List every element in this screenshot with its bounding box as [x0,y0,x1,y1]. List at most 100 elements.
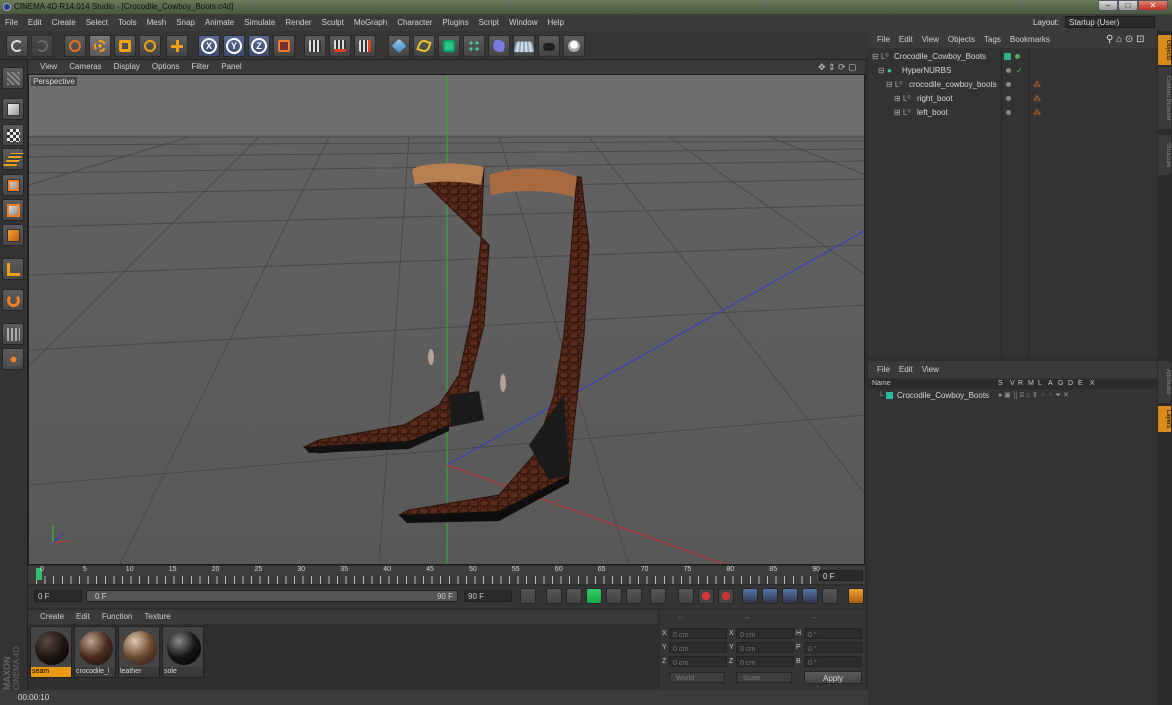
scale-x-field[interactable]: 0 cm [736,628,794,639]
coordinate-system-icon[interactable] [273,35,295,57]
mat-menu-texture[interactable]: Texture [145,612,171,621]
go-to-start-icon[interactable] [520,588,536,604]
keyframe-selection-icon[interactable] [718,588,734,604]
tab-content-browser[interactable]: Content Browser [1158,67,1171,129]
viewport-nav-icons[interactable]: ✥ ⇕ ⟳ ▢ [818,60,857,74]
obj-menu-bookmarks[interactable]: Bookmarks [1010,35,1050,44]
menu-tools[interactable]: Tools [116,18,139,27]
z-axis-icon[interactable]: Z [248,35,270,57]
menu-plugins[interactable]: Plugins [440,18,470,27]
minimize-button[interactable]: – [1098,0,1118,11]
scale-icon[interactable] [114,35,136,57]
current-frame-field[interactable]: 0 F [819,570,863,581]
light-icon[interactable] [563,35,585,57]
key-parameter-icon[interactable] [802,588,818,604]
timeline-ruler[interactable]: 0 5 10 15 20 25 30 35 40 45 50 55 60 65 70 75 80 85 90 0 F [28,566,865,584]
tab-objects[interactable]: Objects [1158,35,1171,65]
preview-range-slider[interactable]: 0 F 90 F [86,590,458,602]
autokeying-icon[interactable] [698,588,714,604]
end-frame-field[interactable]: 90 F [464,590,512,602]
layout-select[interactable]: Startup (User) [1065,16,1155,28]
layer-name[interactable]: Crocodile_Cowboy_Boots [897,389,989,403]
material-sole[interactable]: sole [162,626,204,678]
render-view-icon[interactable] [304,35,326,57]
menu-mesh[interactable]: Mesh [145,18,169,27]
object-row[interactable]: ⊟ ● HyperNURBS ✓ [868,64,1157,78]
tab-layers[interactable]: Layers [1158,406,1171,432]
menu-select[interactable]: Select [84,18,110,27]
add-object-icon[interactable] [166,35,188,57]
scale-y-field[interactable]: 0 cm [736,642,794,653]
timeline-icon[interactable] [848,588,864,604]
next-frame-icon[interactable] [606,588,622,604]
play-icon[interactable] [586,588,602,604]
menu-sculpt[interactable]: Sculpt [320,18,346,27]
y-axis-icon[interactable]: Y [223,35,245,57]
layer-flag-icons[interactable]: ● ▣ ⣿ ⌸ ⌂ ⇕ ⁘ ⁘ ⏷ ✕ [998,389,1069,403]
material-leather[interactable]: leather [118,626,160,678]
object-name[interactable]: right_boot [917,92,953,106]
record-keys-icon[interactable] [678,588,694,604]
nurbs-icon[interactable] [438,35,460,57]
key-rotation-icon[interactable] [782,588,798,604]
object-row[interactable]: ⊞ L⁰ right_boot ⁂ [868,92,1157,106]
layer-menu-view[interactable]: View [922,365,939,374]
menu-file[interactable]: File [3,18,20,27]
planar-workplane-icon[interactable] [2,348,24,370]
material-seam[interactable]: seam [30,626,72,678]
object-name[interactable]: Crocodile_Cowboy_Boots [894,50,986,64]
make-editable-icon[interactable] [2,67,24,89]
previous-key-icon[interactable] [546,588,562,604]
next-key-icon[interactable] [626,588,642,604]
rotation-b-field[interactable]: 0 ° [804,656,862,667]
key-pla-icon[interactable] [822,588,838,604]
texture-tag-icon[interactable]: ⁂ [1033,106,1041,120]
vp-menu-view[interactable]: View [40,62,57,71]
material-crocodile[interactable]: crocodile_l [74,626,116,678]
edges-mode-icon[interactable] [2,199,24,221]
obj-menu-edit[interactable]: Edit [899,35,913,44]
maximize-button[interactable]: □ [1118,0,1138,11]
start-frame-field[interactable]: 0 F [34,590,82,602]
x-axis-icon[interactable]: X [198,35,220,57]
floor-icon[interactable] [513,35,535,57]
previous-frame-icon[interactable] [566,588,582,604]
object-row[interactable]: ⊟ L⁰ Crocodile_Cowboy_Boots [868,50,1157,64]
lock-workplane-icon[interactable] [2,323,24,345]
menu-snap[interactable]: Snap [174,18,197,27]
key-position-icon[interactable] [742,588,758,604]
coordinate-mode-select[interactable]: World [669,672,725,683]
enabled-check-icon[interactable]: ✓ [1016,64,1023,78]
object-name[interactable]: crocodile_cowboy_boots [909,78,997,92]
vp-menu-display[interactable]: Display [114,62,140,71]
close-button[interactable]: ✕ [1138,0,1168,11]
render-picture-viewer-icon[interactable] [329,35,351,57]
mat-menu-edit[interactable]: Edit [76,612,90,621]
layer-row[interactable]: └ Crocodile_Cowboy_Boots ● ▣ ⣿ ⌸ ⌂ ⇕ ⁘ ⁘… [868,389,1157,403]
menu-mograph[interactable]: MoGraph [352,18,389,27]
perspective-viewport[interactable]: Perspective [28,74,865,565]
mat-menu-create[interactable]: Create [40,612,64,621]
tab-structure[interactable]: Structure [1158,135,1171,175]
rotate-icon[interactable] [139,35,161,57]
size-mode-select[interactable]: Scale [736,672,792,683]
array-icon[interactable] [463,35,485,57]
obj-menu-view[interactable]: View [922,35,939,44]
position-y-field[interactable]: 0 cm [669,642,727,653]
position-z-field[interactable]: 0 cm [669,656,727,667]
object-name[interactable]: HyperNURBS [902,64,951,78]
menu-render[interactable]: Render [283,18,313,27]
obj-menu-file[interactable]: File [877,35,890,44]
vp-menu-filter[interactable]: Filter [191,62,209,71]
position-x-field[interactable]: 0 cm [669,628,727,639]
menu-animate[interactable]: Animate [203,18,236,27]
points-mode-icon[interactable] [2,174,24,196]
menu-window[interactable]: Window [507,18,539,27]
move-icon[interactable] [89,35,111,57]
scale-z-field[interactable]: 0 cm [736,656,794,667]
menu-character[interactable]: Character [395,18,434,27]
object-row[interactable]: ⊞ L⁰ left_boot ⁂ [868,106,1157,120]
menu-simulate[interactable]: Simulate [242,18,277,27]
tab-attributes[interactable]: Attributes [1158,361,1171,403]
texture-tag-icon[interactable]: ⁂ [1033,78,1041,92]
